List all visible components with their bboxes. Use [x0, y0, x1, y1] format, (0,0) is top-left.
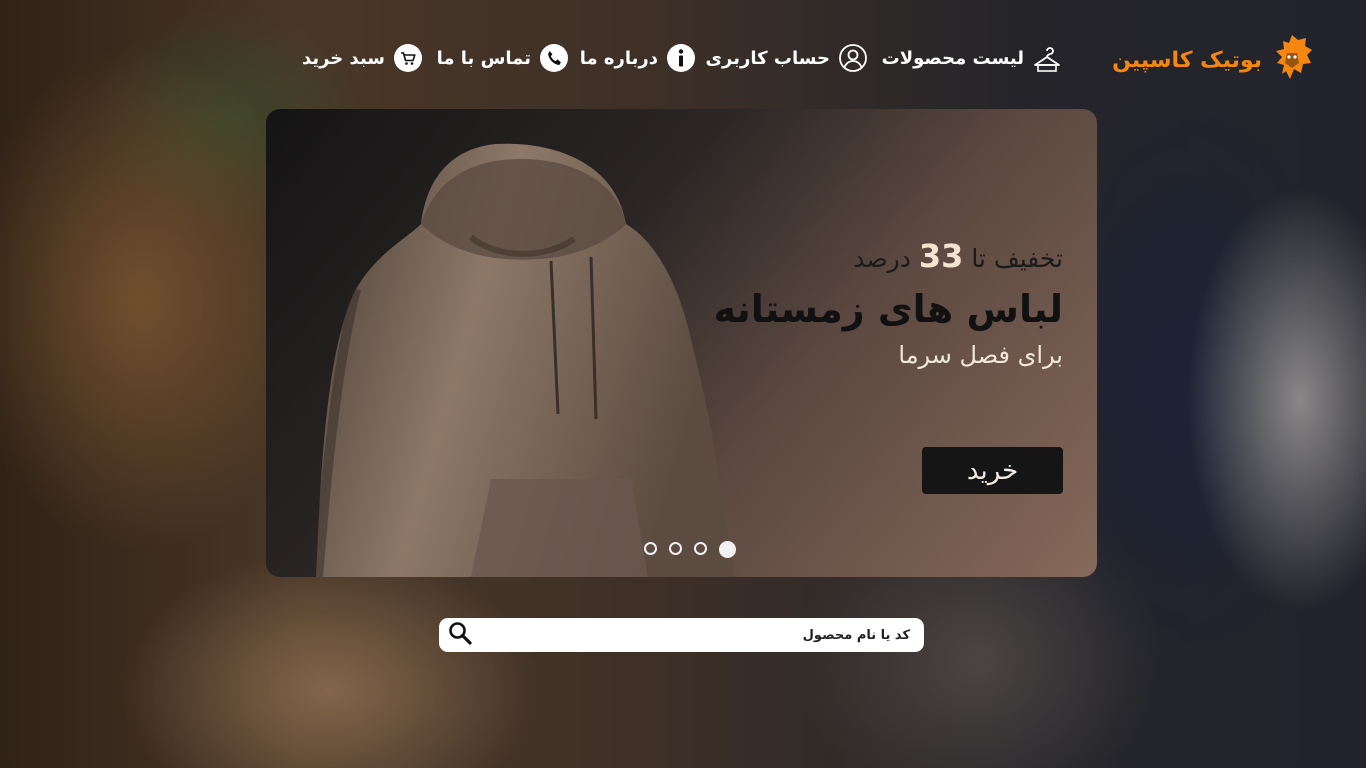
discount-prefix: تخفیف تا: [971, 244, 1063, 273]
hoodie-image: [313, 143, 734, 577]
discount-suffix: درصد: [853, 244, 911, 273]
search-icon[interactable]: [447, 620, 473, 650]
cart-icon: [393, 43, 423, 73]
discount-line: تخفیف تا 33 درصد: [713, 237, 1063, 275]
buy-button[interactable]: خرید: [922, 447, 1063, 494]
brand-logo[interactable]: بوتیک کاسپین: [1112, 34, 1314, 86]
nav-about-label: درباره ما: [579, 47, 658, 69]
nav-products-label: لیست محصولات: [881, 47, 1024, 69]
promo-subtitle: برای فصل سرما: [898, 341, 1063, 369]
nav-contact-label: تماس با ما: [436, 47, 531, 69]
carousel-dot-3[interactable]: [669, 542, 682, 555]
info-icon: [666, 43, 696, 73]
nav-about[interactable]: درباره ما: [580, 30, 696, 86]
nav-cart-label: سبد خرید: [301, 47, 385, 69]
brand-name: بوتیک کاسپین: [1112, 47, 1262, 73]
discount-value: 33: [918, 237, 964, 275]
top-navbar: بوتیک کاسپین لیست محصولات حساب کاربری در…: [0, 30, 1366, 86]
carousel-dots: [644, 541, 736, 558]
user-icon: [838, 43, 868, 73]
phone-icon: [539, 43, 569, 73]
promo-title: لباس های زمستانه: [713, 287, 1063, 331]
hanger-icon: [1032, 43, 1062, 73]
lion-icon: [1268, 33, 1314, 87]
nav-products[interactable]: لیست محصولات: [882, 30, 1062, 86]
search-input[interactable]: [473, 626, 912, 644]
nav-account[interactable]: حساب کاربری: [706, 30, 868, 86]
nav-account-label: حساب کاربری: [705, 47, 830, 69]
hero-banner: تخفیف تا 33 درصد لباس های زمستانه برای ف…: [266, 109, 1097, 577]
promo-text: تخفیف تا 33 درصد لباس های زمستانه برای ف…: [713, 237, 1063, 369]
nav-cart[interactable]: سبد خرید: [302, 30, 423, 86]
search-bar: [439, 618, 924, 652]
nav-contact[interactable]: تماس با ما: [437, 30, 569, 86]
carousel-dot-2[interactable]: [694, 542, 707, 555]
carousel-dot-1[interactable]: [719, 541, 736, 558]
carousel-dot-4[interactable]: [644, 542, 657, 555]
